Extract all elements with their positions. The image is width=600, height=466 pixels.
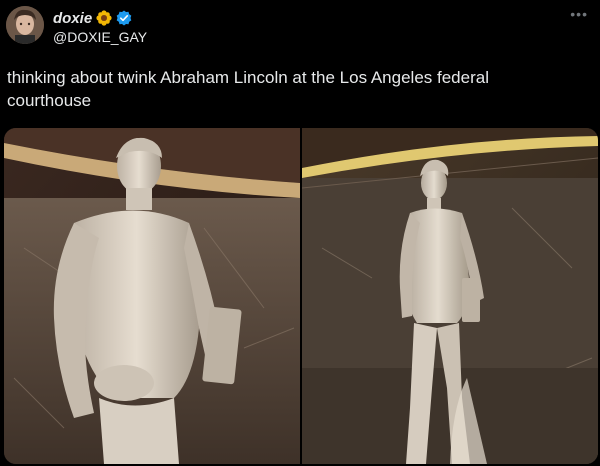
display-name[interactable]: doxie (53, 10, 92, 27)
flower-icon (96, 10, 112, 26)
media-grid[interactable] (4, 128, 598, 464)
avatar[interactable] (6, 6, 44, 44)
handle[interactable]: @DOXIE_GAY (53, 29, 147, 45)
photo-left[interactable] (4, 128, 300, 464)
tweet-text: thinking about twink Abraham Lincoln at … (7, 68, 489, 110)
tweet-header: doxie @DOXIE_GAY (53, 9, 147, 46)
name-row: doxie (53, 9, 147, 27)
more-options-icon[interactable]: ••• (570, 7, 588, 21)
photo-right[interactable] (302, 128, 598, 464)
tweet: doxie @DOXIE_GAY ••• thinking about twin… (0, 0, 600, 466)
verified-badge-icon[interactable] (116, 10, 132, 26)
